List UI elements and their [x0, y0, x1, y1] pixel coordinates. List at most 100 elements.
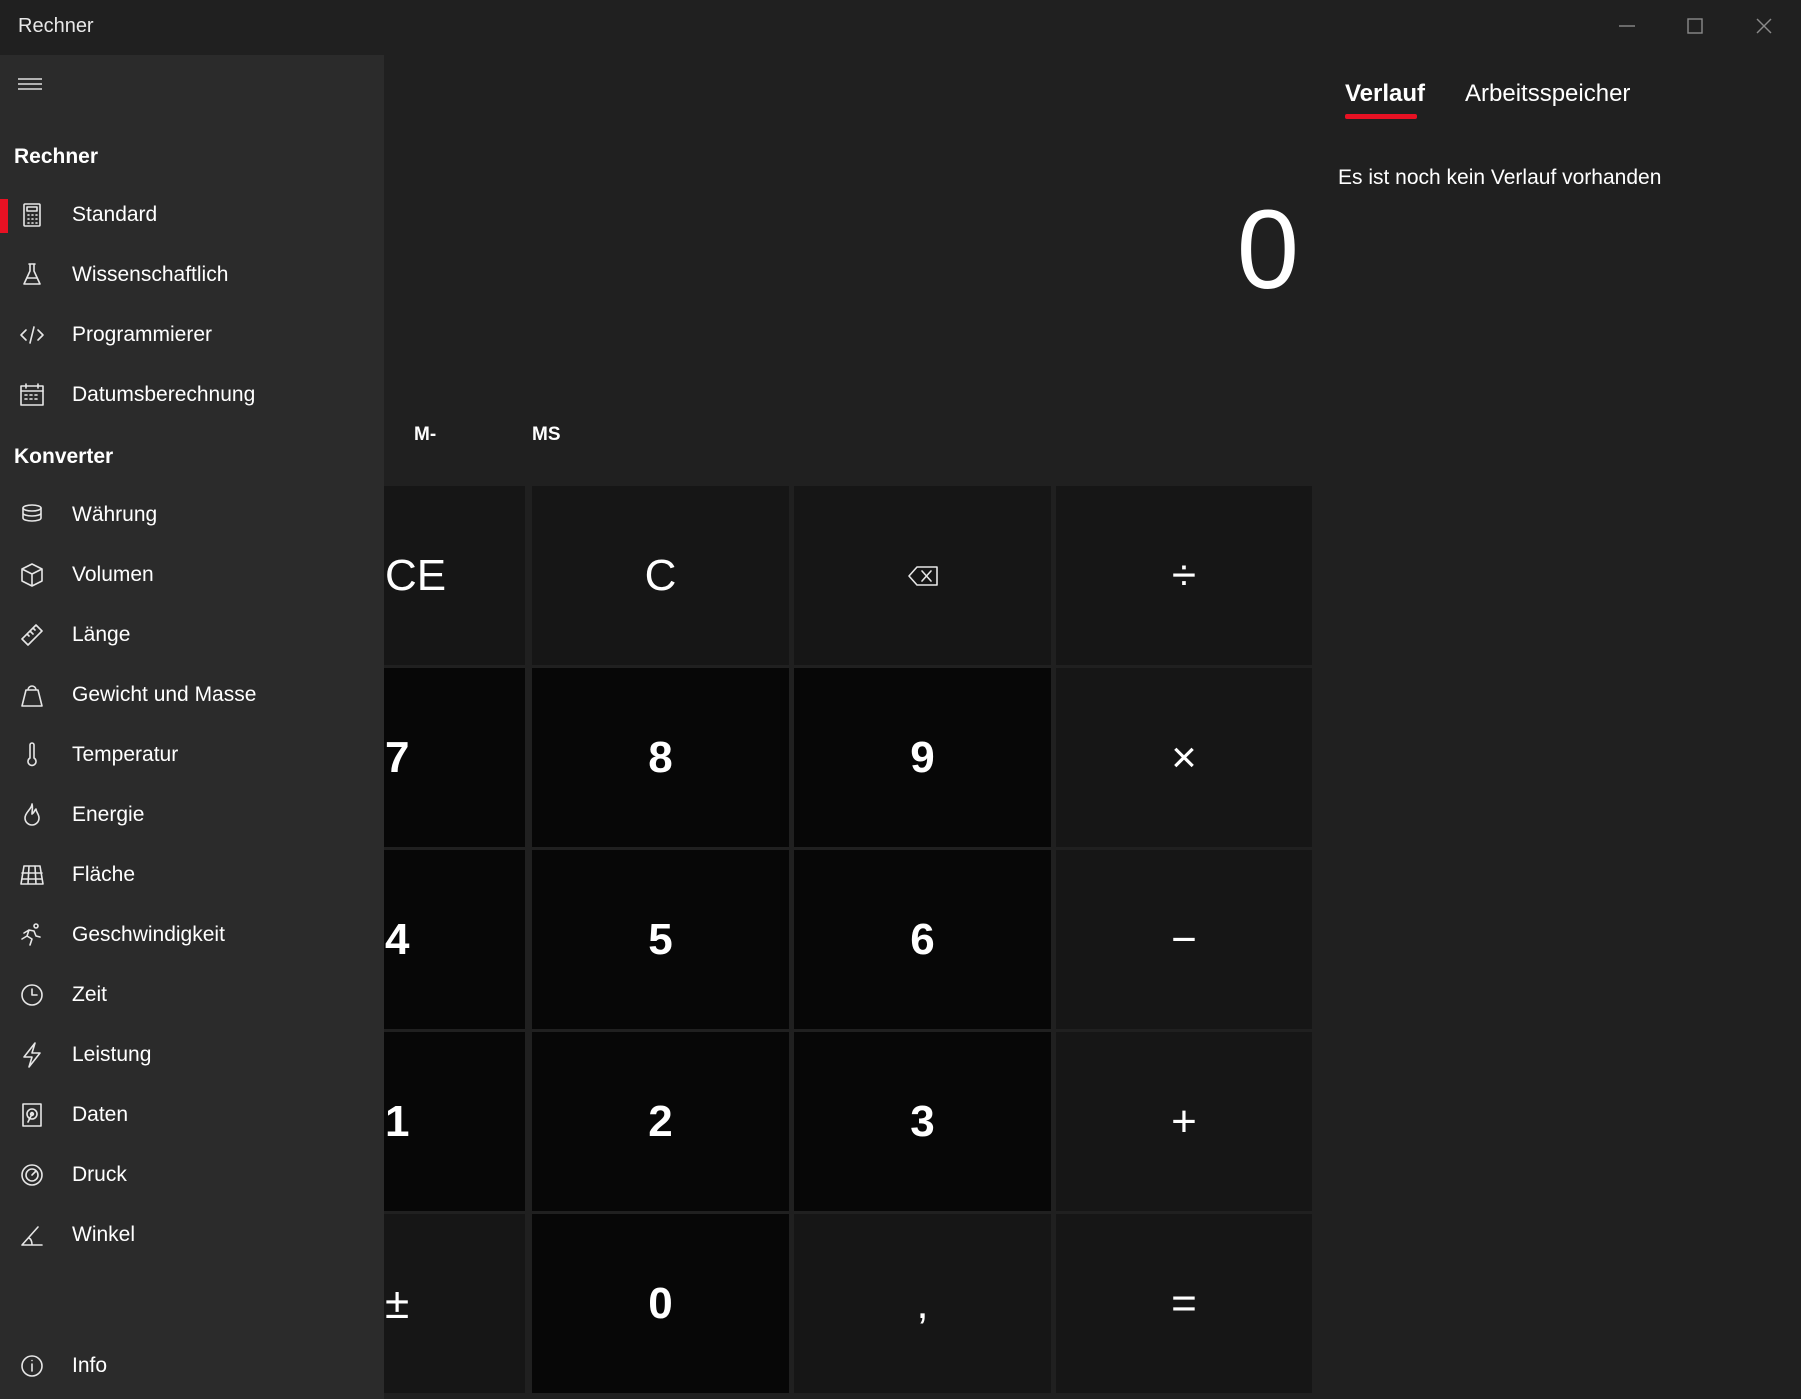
- section-heading-rechner: Rechner: [14, 145, 99, 168]
- backspace-button[interactable]: [794, 486, 1051, 665]
- key-label: 9: [910, 732, 935, 782]
- history-panel: Verlauf Arbeitsspeicher Es ist noch kein…: [1337, 60, 1801, 1399]
- currency-icon: [18, 501, 46, 529]
- sidebar-item-geschwindigkeit[interactable]: Geschwindigkeit: [0, 905, 384, 965]
- ruler-icon: [18, 621, 46, 649]
- key-label: 3: [910, 1096, 935, 1146]
- digit-6-button[interactable]: 6: [794, 850, 1051, 1029]
- sidebar-item-energie[interactable]: Energie: [0, 785, 384, 845]
- add-button[interactable]: +: [1056, 1032, 1312, 1211]
- tab-verlauf[interactable]: Verlauf: [1345, 80, 1425, 108]
- digit-8-button[interactable]: 8: [532, 668, 789, 847]
- key-label: C: [644, 550, 677, 600]
- lightning-icon: [18, 1041, 46, 1069]
- minimize-icon: [1619, 25, 1635, 27]
- sidebar-item-label: Info: [72, 1354, 108, 1377]
- history-empty-message: Es ist noch kein Verlauf vorhanden: [1338, 166, 1662, 189]
- digit-2-button[interactable]: 2: [532, 1032, 789, 1211]
- code-icon: [18, 321, 46, 349]
- memory-store-button[interactable]: MS: [532, 424, 561, 452]
- sidebar-item-waehrung[interactable]: Währung: [0, 485, 384, 545]
- sidebar-item-druck[interactable]: Druck: [0, 1145, 384, 1205]
- sidebar-item-label: Temperatur: [72, 743, 179, 766]
- sidebar-item-volumen[interactable]: Volumen: [0, 545, 384, 605]
- selection-indicator: [0, 199, 8, 233]
- maximize-button[interactable]: [1661, 0, 1729, 52]
- sidebar-item-laenge[interactable]: Länge: [0, 605, 384, 665]
- key-label: 1: [385, 1096, 410, 1146]
- calculator-app: Rechner 0 M- MS CE C ÷ 7 8 9 × 4 5 6 − 1 2 3 + ±0, = Ver…: [0, 0, 1801, 1399]
- sidebar-item-label: Standard: [72, 203, 158, 226]
- decimal-separator-button[interactable]: ,: [794, 1214, 1051, 1393]
- minimize-button[interactable]: [1593, 0, 1661, 52]
- calculator-icon: [18, 201, 46, 229]
- sidebar-item-label: Wissenschaftlich: [72, 263, 229, 286]
- sidebar-item-programmierer[interactable]: Programmierer: [0, 305, 384, 365]
- result-display: 0: [1237, 190, 1299, 310]
- weight-icon: [18, 681, 46, 709]
- digit-9-button[interactable]: 9: [794, 668, 1051, 847]
- sidebar-item-temperatur[interactable]: Temperatur: [0, 725, 384, 785]
- sidebar-item-label: Energie: [72, 803, 145, 826]
- key-label: =: [1171, 1278, 1197, 1328]
- memory-subtract-button[interactable]: M-: [414, 424, 436, 452]
- info-icon: [18, 1352, 46, 1380]
- sidebar-item-info[interactable]: Info: [0, 1336, 384, 1396]
- flask-icon: [18, 261, 46, 289]
- hard-drive-icon: [18, 1101, 46, 1129]
- sidebar-item-flaeche[interactable]: Fläche: [0, 845, 384, 905]
- sidebar-item-label: Gewicht und Masse: [72, 683, 257, 706]
- running-icon: [18, 921, 46, 949]
- area-icon: [18, 861, 46, 889]
- sidebar-item-label: Datumsberechnung: [72, 383, 256, 406]
- tab-arbeitsspeicher[interactable]: Arbeitsspeicher: [1465, 80, 1630, 108]
- gauge-icon: [18, 1161, 46, 1189]
- sidebar-item-label: Zeit: [72, 983, 108, 1006]
- sidebar-item-label: Länge: [72, 623, 131, 646]
- title-bar: Rechner: [0, 0, 1801, 55]
- sidebar-item-leistung[interactable]: Leistung: [0, 1025, 384, 1085]
- maximize-icon: [1687, 18, 1703, 34]
- subtract-button[interactable]: −: [1056, 850, 1312, 1029]
- close-button[interactable]: [1730, 0, 1798, 52]
- key-label: 0: [648, 1278, 673, 1328]
- key-label: ×: [1171, 732, 1197, 782]
- digit-5-button[interactable]: 5: [532, 850, 789, 1029]
- sidebar-item-label: Winkel: [72, 1223, 136, 1246]
- key-label: 6: [910, 914, 935, 964]
- sidebar-item-standard[interactable]: Standard: [0, 185, 384, 245]
- hamburger-icon: [18, 78, 42, 90]
- sidebar-item-winkel[interactable]: Winkel: [0, 1205, 384, 1265]
- sidebar-item-label: Währung: [72, 503, 158, 526]
- cube-icon: [18, 561, 46, 589]
- close-icon: [1756, 18, 1772, 34]
- section-heading-konverter: Konverter: [14, 445, 114, 468]
- key-label: 4: [385, 914, 410, 964]
- key-label: +: [1171, 1096, 1197, 1146]
- window-title: Rechner: [18, 15, 94, 37]
- sidebar-item-zeit[interactable]: Zeit: [0, 965, 384, 1025]
- sidebar-item-wissenschaftlich[interactable]: Wissenschaftlich: [0, 245, 384, 305]
- hamburger-menu-button[interactable]: [18, 75, 44, 95]
- equals-button[interactable]: =: [1056, 1214, 1312, 1393]
- key-label: −: [1171, 914, 1197, 964]
- divide-button[interactable]: ÷: [1056, 486, 1312, 665]
- sidebar-item-label: Volumen: [72, 563, 154, 586]
- digit-0-button[interactable]: 0: [532, 1214, 789, 1393]
- key-label: 7: [385, 732, 410, 782]
- sidebar-item-label: Fläche: [72, 863, 136, 886]
- key-label: 2: [648, 1096, 673, 1146]
- clock-icon: [18, 981, 46, 1009]
- digit-3-button[interactable]: 3: [794, 1032, 1051, 1211]
- key-label: ,: [916, 1278, 929, 1328]
- sidebar-item-label: Leistung: [72, 1043, 152, 1066]
- sidebar-item-label: Druck: [72, 1163, 127, 1186]
- sidebar-item-label: Programmierer: [72, 323, 213, 346]
- multiply-button[interactable]: ×: [1056, 668, 1312, 847]
- sidebar-item-datumsberechnung[interactable]: Datumsberechnung: [0, 365, 384, 425]
- sidebar-item-daten[interactable]: Daten: [0, 1085, 384, 1145]
- angle-icon: [18, 1221, 46, 1249]
- key-label: ±: [385, 1278, 410, 1328]
- sidebar-item-gewicht-und-masse[interactable]: Gewicht und Masse: [0, 665, 384, 725]
- clear-button[interactable]: C: [532, 486, 789, 665]
